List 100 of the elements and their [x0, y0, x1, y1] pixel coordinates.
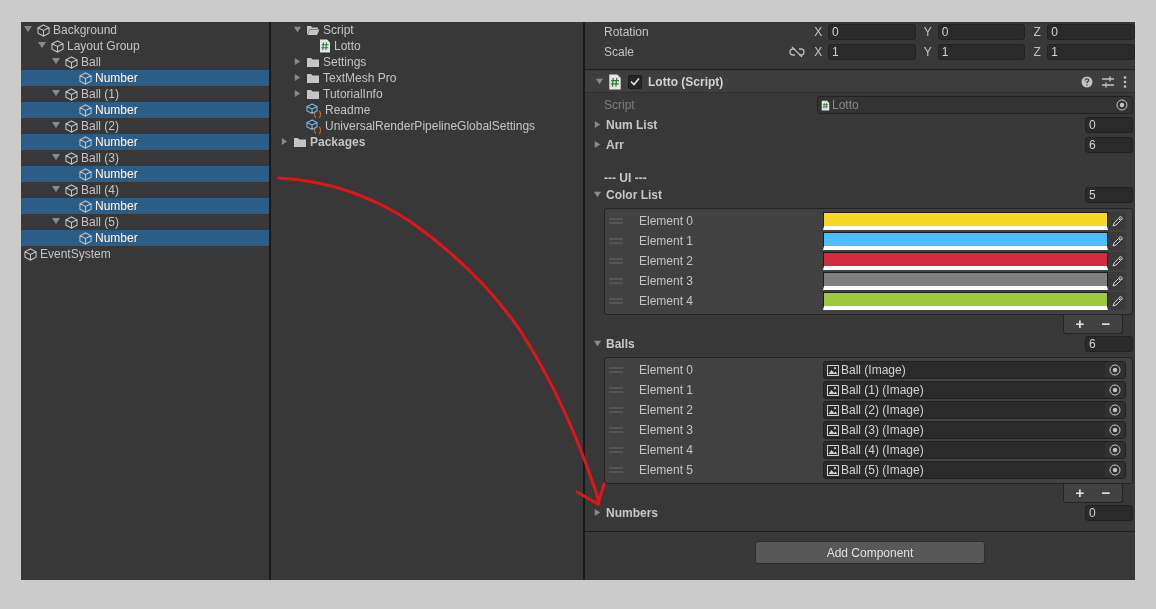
- eyedropper-button[interactable]: [1108, 252, 1126, 270]
- number-field[interactable]: 1: [828, 44, 916, 60]
- size-field[interactable]: 5: [1085, 187, 1133, 203]
- expanded-arrow-icon[interactable]: [51, 88, 61, 98]
- expanded-arrow-icon[interactable]: [593, 339, 602, 348]
- collapsed-arrow-icon[interactable]: [293, 89, 302, 98]
- target-icon[interactable]: [1109, 384, 1121, 396]
- color-swatch[interactable]: [823, 252, 1108, 270]
- target-icon[interactable]: [1109, 424, 1121, 436]
- object-field[interactable]: Ball (Image): [823, 361, 1126, 379]
- collapsed-arrow-icon[interactable]: [293, 57, 302, 66]
- axis-label: Y: [923, 25, 933, 39]
- expanded-arrow-icon[interactable]: [37, 40, 47, 50]
- image-icon: [827, 384, 839, 396]
- target-icon[interactable]: [1109, 444, 1121, 456]
- eyedropper-icon: [1111, 255, 1123, 267]
- expanded-arrow-icon[interactable]: [293, 25, 302, 34]
- size-field[interactable]: 6: [1085, 137, 1133, 153]
- hierarchy-item[interactable]: Number: [21, 198, 269, 214]
- color-swatch[interactable]: [823, 232, 1108, 250]
- project-item[interactable]: TutorialInfo: [271, 86, 583, 102]
- color-swatch[interactable]: [823, 272, 1108, 290]
- hierarchy-item[interactable]: Ball: [21, 54, 269, 70]
- hierarchy-item[interactable]: Background: [21, 22, 269, 38]
- unlinked-chain-icon[interactable]: [789, 46, 806, 58]
- eyedropper-button[interactable]: [1108, 232, 1126, 250]
- add-component-button[interactable]: Add Component: [755, 541, 985, 564]
- project-item[interactable]: Readme: [271, 102, 583, 118]
- color-swatch[interactable]: [823, 292, 1108, 310]
- hierarchy-item[interactable]: Ball (2): [21, 118, 269, 134]
- size-field[interactable]: 0: [1085, 117, 1133, 133]
- hierarchy-item[interactable]: Number: [21, 134, 269, 150]
- expanded-arrow-icon[interactable]: [51, 216, 61, 226]
- hierarchy-item[interactable]: EventSystem: [21, 246, 269, 262]
- target-icon[interactable]: [1116, 99, 1128, 111]
- remove-element-button[interactable]: −: [1096, 485, 1116, 501]
- object-field[interactable]: Ball (1) (Image): [823, 381, 1126, 399]
- eyedropper-icon: [1111, 275, 1123, 287]
- eyedropper-button[interactable]: [1108, 292, 1126, 310]
- collapsed-arrow-icon[interactable]: [293, 73, 302, 82]
- size-field[interactable]: 0: [1085, 505, 1133, 521]
- component-header[interactable]: Lotto (Script): [585, 71, 1135, 93]
- hierarchy-item[interactable]: Ball (5): [21, 214, 269, 230]
- number-field[interactable]: 0: [937, 24, 1026, 40]
- enabled-checkbox[interactable]: [628, 74, 642, 89]
- hierarchy-item[interactable]: Layout Group: [21, 38, 269, 54]
- add-element-button[interactable]: +: [1070, 316, 1090, 332]
- number-field[interactable]: 0: [1047, 24, 1135, 40]
- object-name: Ball (3) (Image): [841, 423, 924, 437]
- open-folder-icon: [306, 24, 320, 36]
- expanded-arrow-icon[interactable]: [51, 56, 61, 66]
- hierarchy-item[interactable]: Number: [21, 166, 269, 182]
- target-icon[interactable]: [1109, 404, 1121, 416]
- number-field[interactable]: 1: [1047, 44, 1135, 60]
- collapsed-arrow-icon[interactable]: [593, 120, 602, 129]
- project-item[interactable]: Lotto: [271, 38, 583, 54]
- expanded-arrow-icon[interactable]: [51, 120, 61, 130]
- project-item[interactable]: Settings: [271, 54, 583, 70]
- hierarchy-item[interactable]: Ball (1): [21, 86, 269, 102]
- eyedropper-button[interactable]: [1108, 212, 1126, 230]
- collapsed-arrow-icon[interactable]: [593, 140, 602, 149]
- number-field[interactable]: 0: [828, 24, 916, 40]
- project-item[interactable]: Script: [271, 22, 583, 38]
- hierarchy-item[interactable]: Number: [21, 102, 269, 118]
- presets-icon[interactable]: [1102, 75, 1114, 88]
- object-field[interactable]: Ball (4) (Image): [823, 441, 1126, 459]
- expanded-arrow-icon[interactable]: [51, 152, 61, 162]
- collapsed-arrow-icon[interactable]: [593, 508, 602, 517]
- cube-icon: [65, 87, 78, 101]
- number-field[interactable]: 1: [937, 44, 1026, 60]
- target-icon[interactable]: [1109, 464, 1121, 476]
- expanded-arrow-icon[interactable]: [51, 184, 61, 194]
- hierarchy-item[interactable]: Number: [21, 70, 269, 86]
- hierarchy-item[interactable]: Ball (4): [21, 182, 269, 198]
- axis-label: Y: [923, 45, 933, 59]
- collapsed-arrow-icon[interactable]: [280, 137, 289, 146]
- object-name: Ball (Image): [841, 363, 906, 377]
- hierarchy-item[interactable]: Number: [21, 230, 269, 246]
- image-icon: [827, 364, 839, 376]
- project-item[interactable]: TextMesh Pro: [271, 70, 583, 86]
- object-field[interactable]: Ball (2) (Image): [823, 401, 1126, 419]
- axis-label: Z: [1033, 25, 1042, 39]
- expanded-arrow-icon[interactable]: [595, 76, 604, 86]
- color-swatch[interactable]: [823, 212, 1108, 230]
- project-item[interactable]: Packages: [271, 134, 583, 150]
- add-element-button[interactable]: +: [1070, 485, 1090, 501]
- folder-icon: [306, 56, 320, 68]
- eyedropper-button[interactable]: [1108, 272, 1126, 290]
- remove-element-button[interactable]: −: [1096, 316, 1116, 332]
- size-field[interactable]: 6: [1085, 336, 1133, 352]
- hierarchy-item[interactable]: Ball (3): [21, 150, 269, 166]
- object-field[interactable]: Ball (3) (Image): [823, 421, 1126, 439]
- target-icon[interactable]: [1109, 364, 1121, 376]
- help-icon[interactable]: [1081, 75, 1093, 88]
- project-item[interactable]: UniversalRenderPipelineGlobalSettings: [271, 118, 583, 134]
- more-options-icon[interactable]: [1123, 75, 1127, 88]
- image-icon: [827, 444, 839, 456]
- expanded-arrow-icon[interactable]: [593, 190, 602, 199]
- object-field[interactable]: Ball (5) (Image): [823, 461, 1126, 479]
- expanded-arrow-icon[interactable]: [23, 24, 33, 34]
